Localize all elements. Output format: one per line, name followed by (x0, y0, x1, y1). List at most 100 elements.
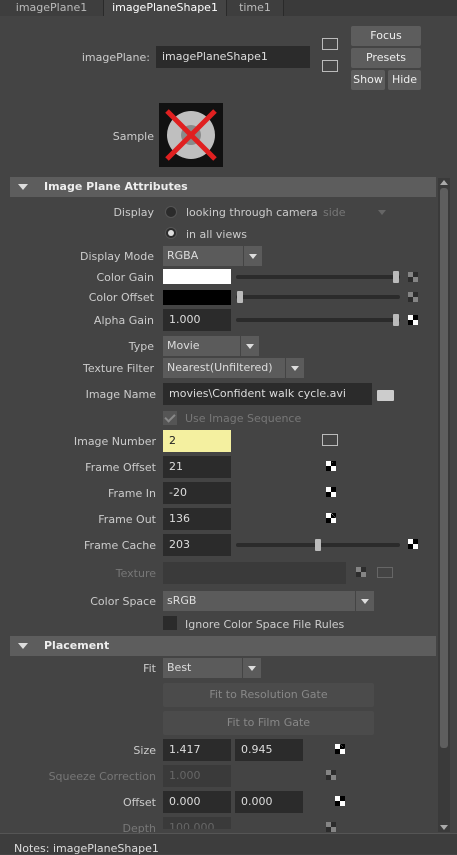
map-button-icon[interactable] (335, 796, 345, 806)
frame-in-field[interactable]: -20 (163, 482, 231, 504)
texture-label: Texture (115, 567, 156, 580)
tab-time1[interactable]: time1 (227, 0, 284, 16)
depth-field: 100.000 (163, 817, 231, 829)
type-value: Movie (167, 339, 200, 352)
frame-offset-label: Frame Offset (85, 461, 156, 474)
ignore-color-space-rules-label: Ignore Color Space File Rules (185, 618, 345, 631)
map-button-icon (356, 567, 366, 577)
color-gain-slider[interactable] (236, 275, 400, 279)
offset-label: Offset (122, 796, 156, 809)
image-number-field[interactable]: 2 (163, 430, 231, 452)
folder-icon[interactable] (377, 390, 394, 401)
map-button-icon[interactable] (408, 315, 418, 325)
tab-imageplane1[interactable]: imagePlane1 (0, 0, 104, 16)
frame-cache-slider-handle[interactable] (315, 539, 321, 551)
color-gain-slider-handle[interactable] (393, 271, 399, 283)
color-offset-slider[interactable] (236, 295, 400, 299)
image-plane-attributes-header[interactable]: Image Plane Attributes (10, 177, 436, 197)
input-connection-icon[interactable] (322, 38, 338, 50)
sample-label: Sample (112, 130, 154, 143)
display-camera-dropdown: side (323, 206, 346, 219)
map-button-icon[interactable] (326, 461, 336, 471)
size-width-field[interactable]: 1.417 (163, 739, 231, 761)
map-button-icon[interactable] (408, 292, 418, 302)
section-title: Image Plane Attributes (44, 180, 188, 193)
collapse-triangle-icon (18, 643, 28, 649)
scroll-up-icon[interactable] (440, 180, 448, 185)
alpha-gain-slider[interactable] (236, 318, 400, 322)
collapse-triangle-icon (18, 184, 28, 190)
frame-out-label: Frame Out (98, 513, 156, 526)
tab-bar: imagePlane1 imagePlaneShape1 time1 (0, 0, 457, 16)
display-all-views-radio[interactable] (165, 227, 177, 239)
fit-label: Fit (143, 662, 156, 675)
size-height-field[interactable]: 0.945 (235, 739, 303, 761)
squeeze-correction-field: 1.000 (163, 765, 231, 787)
no-image-icon (165, 109, 217, 161)
map-button-icon[interactable] (335, 744, 345, 754)
tab-imageplaneshape1[interactable]: imagePlaneShape1 (104, 0, 227, 16)
texture-filter-dropdown[interactable]: Nearest(Unfiltered) (163, 358, 304, 378)
frame-cache-field[interactable]: 203 (163, 534, 231, 556)
size-label: Size (133, 744, 156, 757)
frame-offset-field[interactable]: 21 (163, 456, 231, 478)
display-label: Display (113, 206, 154, 219)
color-space-dropdown[interactable]: sRGB (163, 591, 374, 611)
fit-to-resolution-gate-button[interactable]: Fit to Resolution Gate (163, 683, 374, 707)
map-button-icon[interactable] (326, 487, 336, 497)
display-opt1-label: looking through camera (186, 206, 318, 219)
display-mode-value: RGBA (167, 249, 199, 262)
image-name-field[interactable]: movies\Confident walk cycle.avi (163, 383, 372, 405)
placement-header[interactable]: Placement (10, 636, 436, 656)
color-space-value: sRGB (167, 594, 197, 607)
input-connection-icon[interactable] (322, 434, 338, 446)
color-gain-label: Color Gain (96, 271, 154, 284)
scrollbar[interactable] (438, 178, 450, 832)
color-gain-swatch[interactable] (163, 269, 231, 284)
squeeze-correction-label: Squeeze Correction (48, 770, 156, 783)
map-button-icon[interactable] (408, 539, 418, 549)
focus-button[interactable]: Focus (351, 26, 421, 46)
image-number-label: Image Number (73, 435, 156, 448)
fit-value: Best (167, 661, 192, 674)
color-offset-label: Color Offset (88, 291, 154, 304)
image-plane-field[interactable]: imagePlaneShape1 (156, 46, 310, 68)
display-mode-dropdown[interactable]: RGBA (163, 246, 262, 266)
show-button[interactable]: Show (351, 70, 385, 90)
offset-y-field[interactable]: 0.000 (235, 791, 303, 813)
scroll-down-icon[interactable] (440, 825, 448, 830)
color-offset-slider-handle[interactable] (237, 291, 243, 303)
type-label: Type (128, 340, 154, 353)
map-button-icon[interactable] (326, 513, 336, 523)
ignore-color-space-rules-checkbox[interactable] (163, 616, 177, 630)
output-connection-icon (377, 567, 393, 578)
map-button-icon[interactable] (408, 272, 418, 282)
alpha-gain-field[interactable]: 1.000 (163, 309, 231, 331)
notes-bar: Notes: imagePlaneShape1 (0, 833, 457, 855)
display-looking-through-radio[interactable] (165, 206, 177, 218)
image-plane-label: imagePlane: (81, 51, 150, 64)
frame-out-field[interactable]: 136 (163, 508, 231, 530)
fit-dropdown[interactable]: Best (163, 658, 261, 678)
output-connection-icon[interactable] (322, 60, 338, 72)
texture-filter-value: Nearest(Unfiltered) (167, 361, 273, 374)
use-image-sequence-checkbox[interactable] (163, 411, 177, 425)
chevron-down-icon (378, 210, 386, 215)
fit-to-film-gate-button[interactable]: Fit to Film Gate (163, 711, 374, 735)
color-offset-swatch[interactable] (163, 290, 231, 305)
notes-label: Notes: imagePlaneShape1 (14, 842, 159, 855)
image-name-label: Image Name (85, 388, 156, 401)
scrollbar-thumb[interactable] (440, 188, 448, 748)
presets-button[interactable]: Presets (351, 48, 421, 68)
sample-swatch (159, 103, 223, 167)
section-title: Placement (44, 639, 110, 652)
color-space-label: Color Space (90, 595, 156, 608)
texture-field (163, 562, 346, 584)
alpha-gain-slider-handle[interactable] (393, 314, 399, 326)
frame-in-label: Frame In (108, 487, 156, 500)
offset-x-field[interactable]: 0.000 (163, 791, 231, 813)
frame-cache-label: Frame Cache (84, 539, 156, 552)
display-mode-label: Display Mode (79, 250, 154, 263)
hide-button[interactable]: Hide (388, 70, 421, 90)
type-dropdown[interactable]: Movie (163, 336, 259, 356)
